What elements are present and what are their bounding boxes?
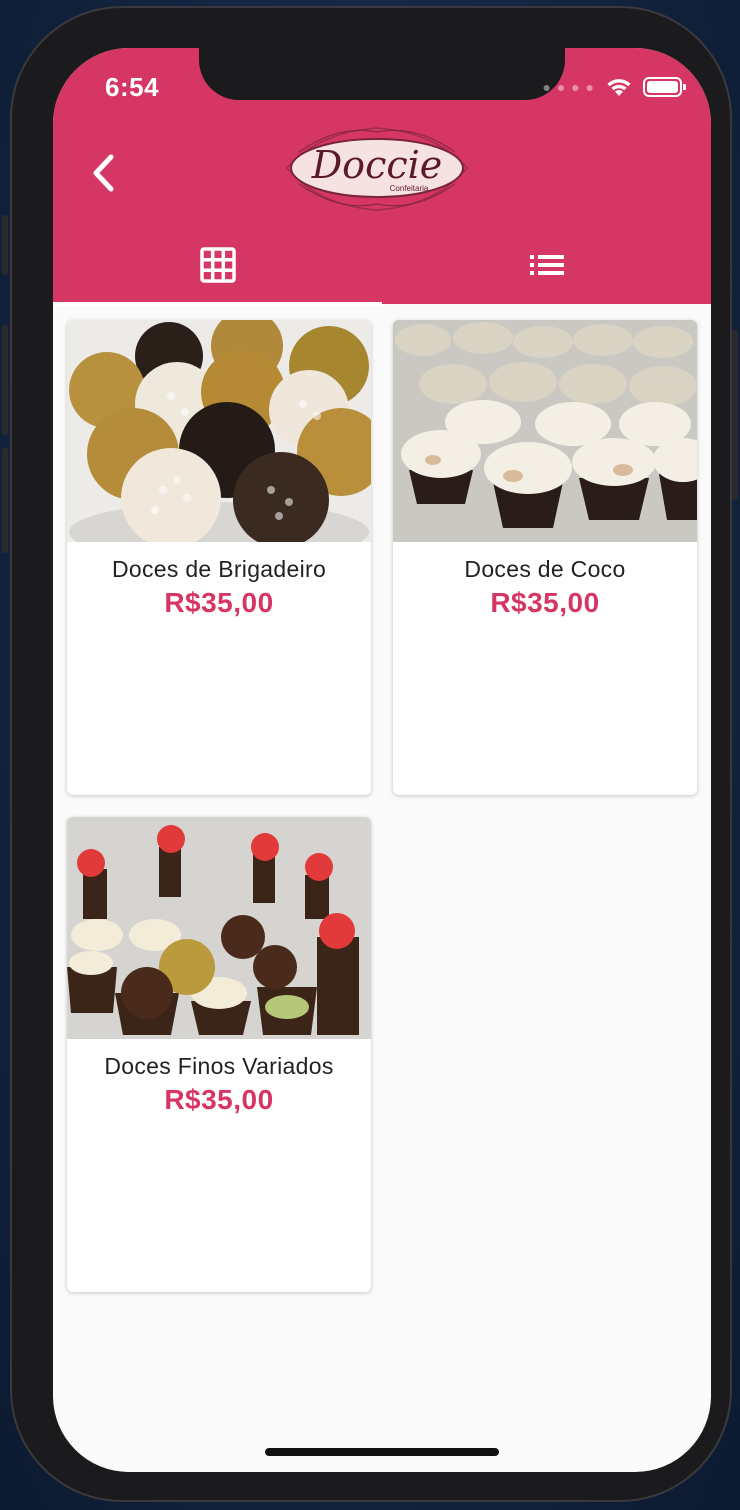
list-view-icon	[529, 255, 564, 275]
svg-text:Doccie: Doccie	[311, 143, 443, 187]
product-name: Doces Finos Variados	[104, 1053, 334, 1079]
status-icons: ● ● ● ●	[543, 72, 688, 102]
tab-list-view[interactable]	[382, 226, 711, 304]
chevron-left-icon	[93, 154, 114, 192]
brand-logo: Doccie Confeitaria	[279, 122, 475, 214]
volume-up-button	[2, 325, 8, 435]
screen: 6:54 ● ● ● ● Doccie Confeitaria Doces de…	[53, 48, 711, 1472]
back-button[interactable]	[83, 148, 123, 198]
home-indicator[interactable]	[265, 1448, 499, 1456]
silent-switch	[2, 215, 8, 275]
product-price: R$35,00	[164, 587, 274, 618]
phone-frame: 6:54 ● ● ● ● Doccie Confeitaria Doces de…	[10, 6, 732, 1502]
product-card[interactable]: Doces de Coco R$35,00	[393, 320, 697, 795]
status-time: 6:54	[105, 72, 160, 102]
battery-icon	[643, 77, 686, 97]
product-card[interactable]: Doces de Brigadeiro R$35,00	[67, 320, 371, 795]
product-image-finos	[67, 817, 371, 1039]
product-grid: Doces de Brigadeiro R$35,00 Doces de Coc…	[53, 306, 711, 1472]
product-name: Doces de Coco	[464, 556, 626, 582]
grid-view-icon	[199, 247, 236, 283]
power-button	[732, 330, 738, 500]
tab-grid-view[interactable]	[53, 226, 382, 304]
product-name: Doces de Brigadeiro	[111, 556, 327, 582]
product-card[interactable]: Doces Finos Variados R$35,00	[67, 817, 371, 1292]
product-image-brigadeiro	[67, 320, 371, 542]
product-price: R$35,00	[490, 587, 600, 618]
notch	[199, 48, 565, 100]
app-bar: 6:54 ● ● ● ● Doccie Confeitaria	[53, 48, 711, 306]
wifi-icon	[607, 79, 631, 96]
product-price: R$35,00	[164, 1084, 274, 1115]
product-image-coco	[393, 320, 697, 542]
cellular-signal-icon: ● ● ● ●	[542, 79, 595, 95]
volume-down-button	[2, 448, 8, 553]
svg-text:Confeitaria: Confeitaria	[390, 184, 429, 193]
